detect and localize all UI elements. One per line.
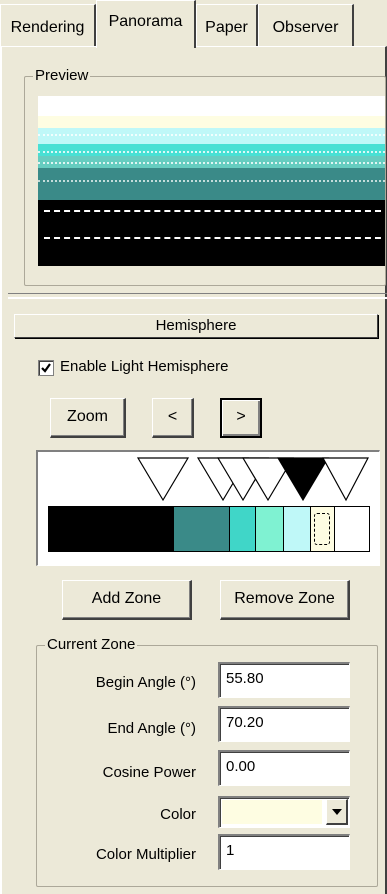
enable-hemisphere-label: Enable Light Hemisphere <box>60 358 229 375</box>
chevron-down-icon <box>332 809 342 815</box>
tab-paper[interactable]: Paper <box>196 4 258 46</box>
preview-dotline <box>38 151 385 153</box>
prev-label: < <box>167 408 178 425</box>
zone-editor[interactable] <box>36 450 380 566</box>
selection-indicator <box>314 513 330 545</box>
add-zone-button[interactable]: Add Zone <box>62 580 192 620</box>
tab-label: Observer <box>272 19 339 36</box>
remove-zone-button[interactable]: Remove Zone <box>220 580 350 620</box>
zone-marker-icon[interactable] <box>321 457 369 502</box>
preview-canvas <box>38 96 385 266</box>
preview-dotline <box>44 210 385 212</box>
tab-panorama[interactable]: Panorama <box>96 0 196 48</box>
cosine-power-value: 0.00 <box>226 758 256 775</box>
begin-angle-value: 55.80 <box>226 670 264 687</box>
zone-markers[interactable] <box>38 456 378 506</box>
zone-marker-icon[interactable] <box>136 457 190 502</box>
zone-swatch[interactable] <box>49 507 174 551</box>
tab-label: Rendering <box>10 19 85 36</box>
tab-rendering[interactable]: Rendering <box>0 4 96 46</box>
preview-band <box>38 168 385 200</box>
zoom-button[interactable]: Zoom <box>50 398 126 438</box>
preview-band <box>38 144 385 156</box>
preview-dotline <box>38 162 385 164</box>
remove-zone-label: Remove Zone <box>234 590 335 607</box>
preview-title: Preview <box>33 67 91 84</box>
color-swatch <box>222 800 322 824</box>
zone-swatch[interactable] <box>256 507 284 551</box>
preview-band <box>38 116 385 128</box>
preview-band <box>38 128 385 144</box>
next-label: > <box>236 408 246 425</box>
zone-swatch[interactable] <box>174 507 230 551</box>
add-zone-label: Add Zone <box>91 590 162 607</box>
hemisphere-header[interactable]: Hemisphere <box>14 314 378 338</box>
tab-label: Paper <box>205 19 248 36</box>
zone-swatch[interactable] <box>230 507 256 551</box>
end-angle-value: 70.20 <box>226 714 264 731</box>
cosine-power-input[interactable]: 0.00 <box>218 750 350 786</box>
enable-hemisphere-checkbox[interactable] <box>38 360 54 376</box>
color-multiplier-label: Color Multiplier <box>95 846 196 863</box>
zone-strip <box>48 506 370 552</box>
zone-swatch-selected[interactable] <box>311 507 335 551</box>
preview-band <box>38 96 385 116</box>
zone-marker-selected-icon[interactable] <box>276 457 330 502</box>
end-angle-label: End Angle (°) <box>107 720 196 737</box>
preview-dotline <box>38 134 385 136</box>
color-select[interactable] <box>218 796 350 828</box>
color-label: Color <box>160 806 196 823</box>
splitter[interactable] <box>8 293 387 299</box>
color-multiplier-value: 1 <box>226 842 235 859</box>
zone-swatch[interactable] <box>284 507 311 551</box>
preview-dotline <box>38 180 385 182</box>
zone-swatch[interactable] <box>335 507 369 551</box>
tab-observer[interactable]: Observer <box>258 4 354 46</box>
prev-zone-button[interactable]: < <box>152 398 194 438</box>
hemisphere-header-label: Hemisphere <box>155 317 237 334</box>
begin-angle-input[interactable]: 55.80 <box>218 662 350 698</box>
preview-dotline <box>44 237 385 239</box>
begin-angle-label: Begin Angle (°) <box>95 674 196 691</box>
color-dropdown-button[interactable] <box>326 799 348 825</box>
end-angle-input[interactable]: 70.20 <box>218 706 350 742</box>
zoom-label: Zoom <box>67 408 108 425</box>
checkmark-icon <box>41 363 51 373</box>
color-multiplier-input[interactable]: 1 <box>218 834 350 870</box>
next-zone-button[interactable]: > <box>220 398 262 438</box>
tab-label: Panorama <box>108 13 183 30</box>
cosine-power-label: Cosine Power <box>102 764 196 781</box>
current-zone-title: Current Zone <box>45 636 138 653</box>
